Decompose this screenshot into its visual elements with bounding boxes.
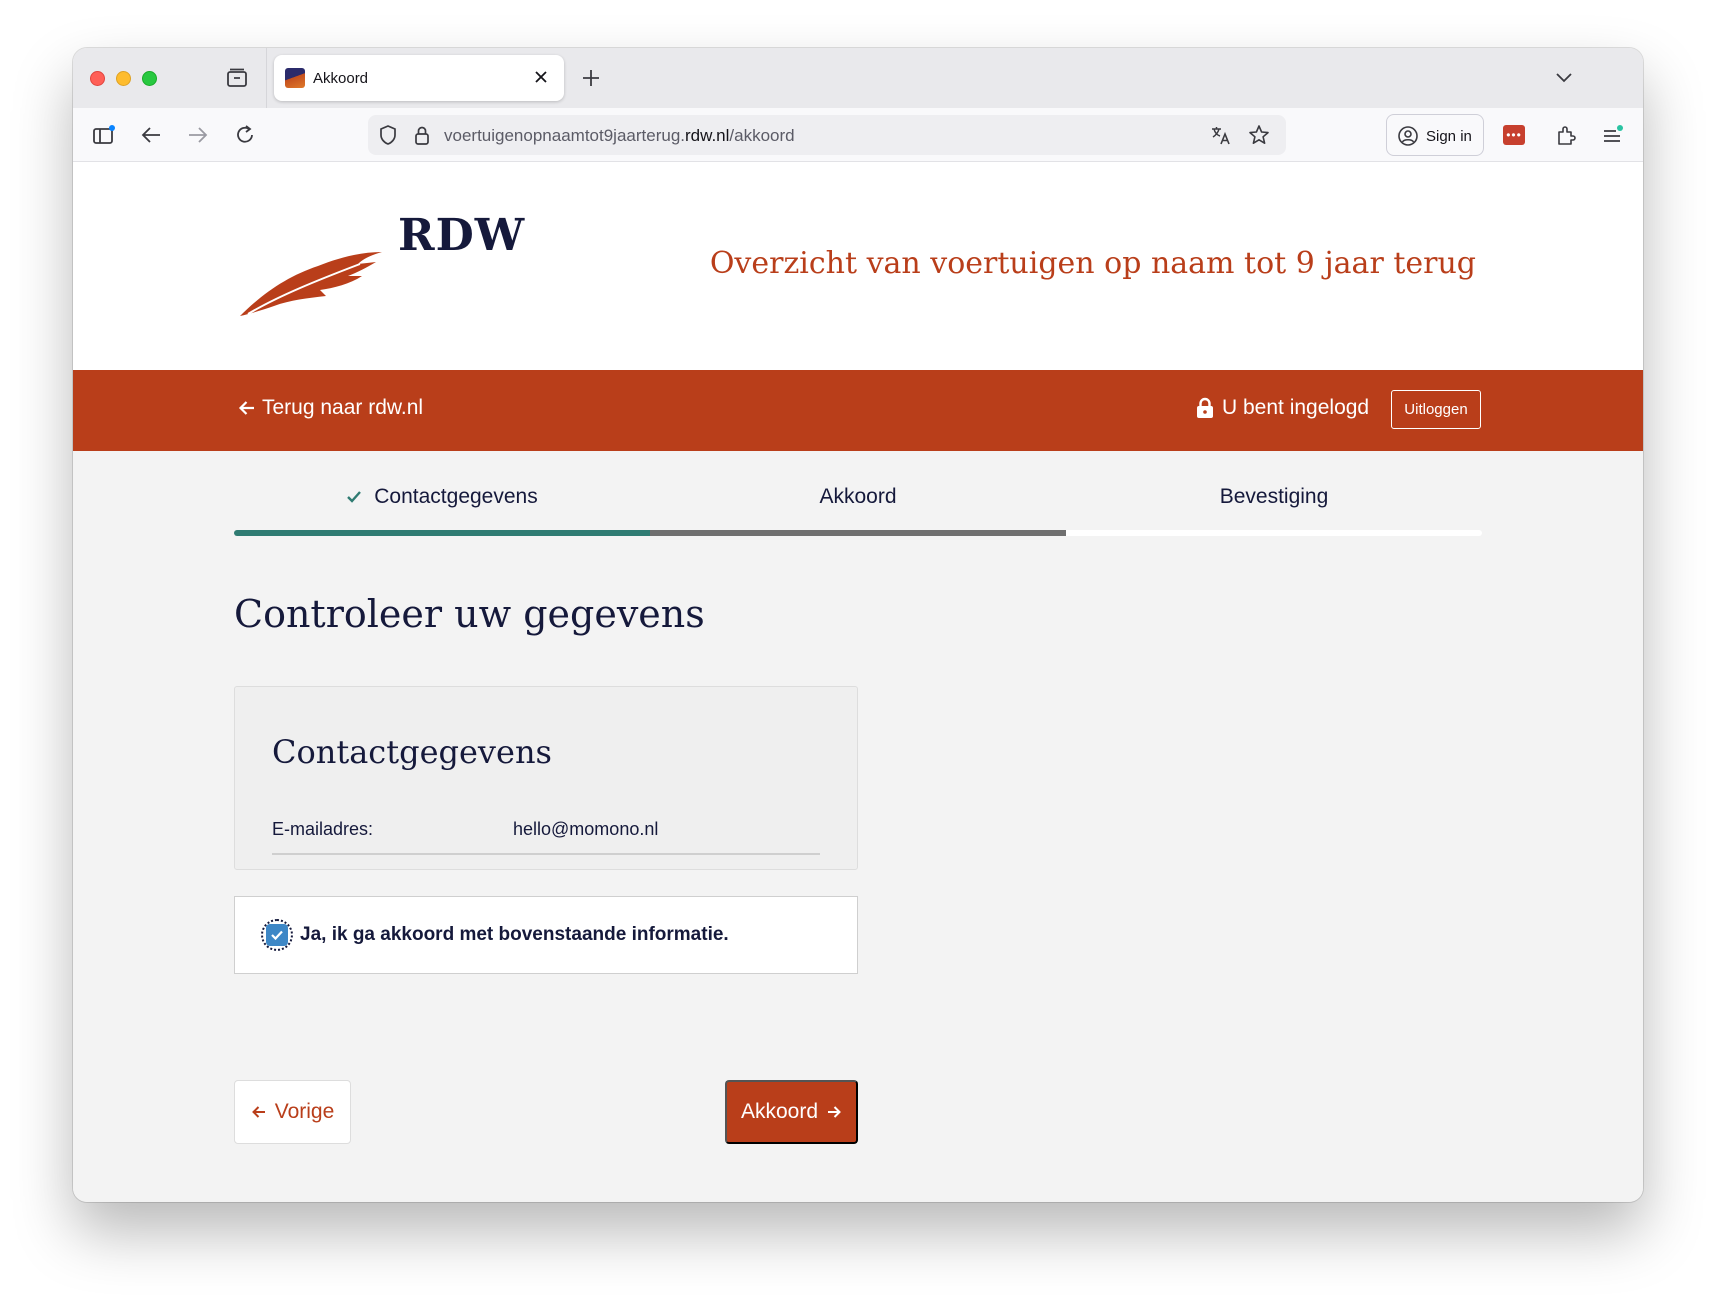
app-menu-button[interactable] [1598, 121, 1626, 149]
zoom-window-button[interactable] [142, 71, 157, 86]
plus-icon [583, 70, 599, 86]
sign-in-button[interactable]: Sign in [1386, 114, 1484, 156]
step-label: Bevestiging [1219, 485, 1329, 508]
logout-button[interactable]: Uitloggen [1391, 390, 1481, 429]
tab-list-button[interactable] [224, 65, 250, 91]
sign-in-label: Sign in [1426, 128, 1472, 145]
page-content: RDW Overzicht van voertuigen op naam tot… [73, 162, 1643, 1202]
chevron-down-icon [1556, 73, 1572, 83]
reload-icon [237, 125, 253, 143]
account-icon [1397, 125, 1419, 147]
tab-title: Akkoord [313, 70, 369, 87]
logo-text: RDW [398, 210, 526, 261]
browser-window: Akkoord voertuigenopnaamtot9jaarterug.rd… [73, 48, 1643, 1202]
row-divider [272, 853, 820, 855]
back-link-label: Terug naar rdw.nl [262, 396, 424, 419]
step-label: Contactgegevens [374, 485, 538, 508]
tab-akkoord[interactable]: Akkoord [274, 55, 564, 101]
puzzle-icon [1558, 126, 1576, 145]
extensions-button[interactable] [1552, 121, 1580, 149]
arrow-left-icon [238, 401, 254, 415]
previous-label: Vorige [274, 1100, 335, 1123]
url-domain: rdw.nl [685, 126, 730, 145]
url-text[interactable]: voertuigenopnaamtot9jaarterug.rdw.nl/akk… [444, 126, 795, 146]
tab-list-icon [227, 68, 247, 87]
rdw-logo-icon[interactable] [238, 238, 383, 318]
back-button[interactable] [137, 121, 165, 149]
step-progress-bar [234, 530, 1482, 536]
card-title: Contactgegevens [272, 733, 552, 771]
minimize-window-button[interactable] [116, 71, 131, 86]
contact-details-card: Contactgegevens E-mailadres: hello@momon… [234, 686, 858, 870]
arrow-left-icon [251, 1106, 265, 1118]
lock-icon[interactable] [411, 124, 433, 146]
sidebar-button[interactable] [90, 121, 118, 149]
arrow-right-icon [189, 127, 208, 143]
rdw-favicon-icon [285, 68, 305, 88]
agreement-box: Ja, ik ga akkoord met bovenstaande infor… [234, 896, 858, 974]
previous-button[interactable]: Vorige [234, 1080, 351, 1144]
agree-checkbox[interactable] [266, 924, 288, 946]
site-header: RDW Overzicht van voertuigen op naam tot… [73, 162, 1643, 370]
close-icon [535, 71, 547, 83]
url-path: /akkoord [729, 126, 795, 145]
url-prefix: voertuigenopnaamtot9jaarterug. [444, 126, 685, 145]
arrow-right-icon [828, 1106, 841, 1118]
progress-done-segment [234, 530, 650, 536]
new-tab-button[interactable] [578, 65, 604, 91]
tab-separator [266, 48, 267, 108]
site-title: Overzicht van voertuigen op naam tot 9 j… [709, 246, 1476, 281]
email-label: E-mailadres: [272, 819, 374, 839]
list-all-tabs-button[interactable] [1551, 65, 1577, 91]
agree-submit-label: Akkoord [740, 1100, 819, 1123]
tab-strip: Akkoord [73, 48, 1643, 108]
checkmark-icon [347, 491, 362, 503]
shield-icon[interactable] [377, 124, 399, 146]
translate-icon[interactable] [1210, 124, 1232, 146]
lock-icon [1197, 397, 1213, 418]
email-value: hello@momono.nl [513, 819, 659, 839]
close-window-button[interactable] [90, 71, 105, 86]
bookmark-star-icon[interactable] [1248, 124, 1270, 146]
tab-close-button[interactable] [530, 66, 552, 88]
checkmark-icon [271, 930, 283, 941]
sidebar-icon [93, 125, 115, 144]
agree-label[interactable]: Ja, ik ga akkoord met bovenstaande infor… [300, 924, 729, 946]
logged-in-label: U bent ingelogd [1222, 396, 1370, 419]
step-contactgegevens: Contactgegevens [234, 482, 650, 512]
forward-button[interactable] [184, 121, 212, 149]
password-manager-extension-icon[interactable]: ••• [1503, 125, 1525, 145]
page-title: Controleer uw gegevens [234, 592, 705, 636]
back-to-rdw-link[interactable]: Terug naar rdw.nl [238, 396, 423, 420]
agree-submit-button[interactable]: Akkoord [725, 1080, 858, 1144]
step-label: Akkoord [819, 485, 897, 508]
progress-current-segment [650, 530, 1066, 536]
account-bar: Terug naar rdw.nl U bent ingelogd Uitlog… [73, 370, 1643, 451]
address-bar[interactable]: voertuigenopnaamtot9jaarterug.rdw.nl/akk… [368, 115, 1286, 155]
step-indicator: Contactgegevens Akkoord Bevestiging [234, 482, 1482, 524]
agree-checkbox-focus-ring[interactable] [261, 919, 293, 951]
hamburger-menu-icon [1604, 125, 1623, 142]
step-akkoord: Akkoord [650, 482, 1066, 512]
step-bevestiging: Bevestiging [1066, 482, 1482, 512]
login-status: U bent ingelogd [1196, 396, 1369, 420]
arrow-left-icon [141, 127, 160, 143]
nav-toolbar: voertuigenopnaamtot9jaarterug.rdw.nl/akk… [73, 108, 1643, 162]
reload-button[interactable] [231, 121, 259, 149]
